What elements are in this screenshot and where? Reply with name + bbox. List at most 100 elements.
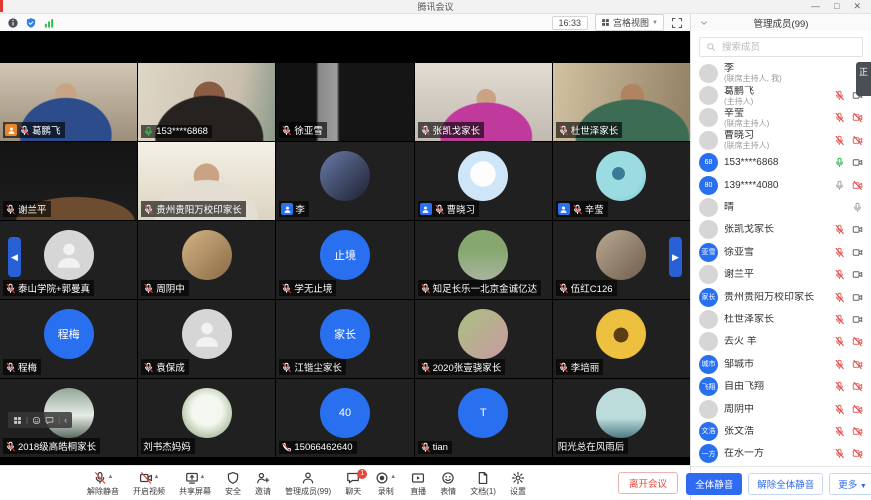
video-tile[interactable]: 徐亚雪 — [276, 63, 413, 141]
video-tile[interactable]: 谢兰平 — [0, 142, 137, 220]
chat-icon[interactable] — [45, 416, 54, 425]
member-row[interactable]: 葛鹏飞(主持人) — [691, 84, 871, 106]
member-row[interactable]: 李(联席主持人, 我) — [691, 62, 871, 84]
share-screen-button[interactable]: ▲共享屏幕 — [172, 471, 218, 496]
record-button[interactable]: ▲录制 — [368, 471, 403, 496]
member-row[interactable]: 谢兰平 — [691, 264, 871, 286]
unmute-button[interactable]: ▲解除静音 — [80, 471, 126, 496]
member-row[interactable]: 晴 — [691, 196, 871, 218]
mic-status-icon[interactable] — [834, 314, 845, 325]
mic-status-icon[interactable] — [834, 224, 845, 235]
video-tile[interactable]: 周阴中 — [138, 221, 275, 299]
camera-status-icon[interactable] — [852, 292, 863, 303]
video-tile[interactable]: 杜世泽家长 — [553, 63, 690, 141]
mic-status-icon[interactable] — [834, 247, 845, 258]
start-video-button[interactable]: ▲开启视频 — [126, 471, 172, 496]
video-tile[interactable]: 程梅程梅 — [0, 300, 137, 378]
member-row[interactable]: 曹晓习(联席主持人) — [691, 129, 871, 151]
mic-status-icon[interactable] — [834, 404, 845, 415]
mic-status-icon[interactable] — [834, 157, 845, 168]
mic-status-icon[interactable] — [834, 90, 845, 101]
camera-status-icon[interactable] — [852, 224, 863, 235]
member-search-box[interactable] — [699, 37, 863, 57]
mute-all-button[interactable]: 全体静音 — [686, 473, 742, 495]
manage-members-button[interactable]: 管理成员(99) — [278, 471, 338, 496]
search-input[interactable] — [720, 41, 856, 54]
member-row[interactable]: 杜世泽家长 — [691, 308, 871, 330]
security-shield-icon[interactable] — [25, 17, 37, 29]
camera-status-icon[interactable] — [852, 157, 863, 168]
member-row[interactable]: 周阴中 — [691, 398, 871, 420]
video-tile[interactable]: 张凯戈家长 — [415, 63, 552, 141]
floating-reactions-bar[interactable]: | | ‹ — [8, 412, 72, 428]
mic-status-icon[interactable] — [834, 336, 845, 347]
chat-button[interactable]: 1聊天 — [338, 471, 368, 496]
camera-status-icon[interactable] — [852, 381, 863, 392]
video-tile[interactable]: 贵州贵阳万校印家长 — [138, 142, 275, 220]
meeting-info-icon[interactable] — [7, 17, 19, 29]
member-row[interactable]: 辛莹(联席主持人) — [691, 107, 871, 129]
member-row[interactable]: 城市邹城市 — [691, 353, 871, 375]
member-row[interactable]: 68153****6868 — [691, 152, 871, 174]
video-tile[interactable]: 153****6868 — [138, 63, 275, 141]
video-tile[interactable]: 辛莹 — [553, 142, 690, 220]
camera-status-icon[interactable] — [852, 426, 863, 437]
member-row[interactable]: 80139****4080 — [691, 174, 871, 196]
security-button[interactable]: 安全 — [218, 471, 248, 496]
docs-button[interactable]: 文档(1) — [463, 471, 503, 496]
fullscreen-button[interactable] — [671, 17, 683, 29]
video-tile[interactable]: 刘书杰妈妈 — [138, 379, 275, 457]
video-tile[interactable]: 袁保成 — [138, 300, 275, 378]
camera-status-icon[interactable] — [852, 247, 863, 258]
prev-page-arrow[interactable]: ◀ — [8, 237, 21, 277]
video-tile[interactable]: 曹晓习 — [415, 142, 552, 220]
mic-status-icon[interactable] — [834, 269, 845, 280]
camera-status-icon[interactable] — [852, 269, 863, 280]
video-tile[interactable]: Ttian — [415, 379, 552, 457]
invite-button[interactable]: 邀请 — [248, 471, 278, 496]
mic-status-icon[interactable] — [834, 359, 845, 370]
mic-status-icon[interactable] — [834, 426, 845, 437]
mic-status-icon[interactable] — [834, 180, 845, 191]
next-page-arrow[interactable]: ▶ — [669, 237, 682, 277]
unmute-all-button[interactable]: 解除全体静音 — [748, 473, 823, 495]
settings-button[interactable]: 设置 — [503, 471, 533, 496]
video-tile[interactable]: 家长江锴尘家长 — [276, 300, 413, 378]
camera-status-icon[interactable] — [852, 448, 863, 459]
mic-status-icon[interactable] — [834, 292, 845, 303]
more-button[interactable]: 更多 ▼ — [829, 473, 871, 495]
member-row[interactable]: 文浩张文浩 — [691, 420, 871, 442]
video-tile[interactable]: 知足长乐一北京金诚亿达 — [415, 221, 552, 299]
video-tile[interactable]: 阳光总在风雨后 — [553, 379, 690, 457]
mic-status-icon[interactable] — [834, 448, 845, 459]
member-row[interactable]: 家长贵州贵阳万校印家长 — [691, 286, 871, 308]
camera-status-icon[interactable] — [852, 180, 863, 191]
camera-status-icon[interactable] — [852, 359, 863, 370]
camera-status-icon[interactable] — [852, 404, 863, 415]
member-row[interactable]: 张凯戈家长 — [691, 219, 871, 241]
close-button[interactable]: ✕ — [853, 0, 861, 13]
maximize-button[interactable]: □ — [834, 0, 839, 13]
emoji-icon[interactable] — [32, 416, 41, 425]
emoji-button[interactable]: 表情 — [433, 471, 463, 496]
mic-status-icon[interactable] — [834, 135, 845, 146]
video-tile[interactable]: 葛鹏飞 — [0, 63, 137, 141]
video-tile[interactable]: 2020张壹骁家长 — [415, 300, 552, 378]
live-button[interactable]: 直播 — [403, 471, 433, 496]
caret-up-icon[interactable]: ▲ — [108, 474, 114, 480]
minimize-button[interactable]: — — [811, 0, 820, 13]
mic-status-icon[interactable] — [852, 202, 863, 213]
video-tile[interactable]: 止境学无止境 — [276, 221, 413, 299]
member-row[interactable]: 飞翔自由飞翔 — [691, 375, 871, 397]
member-row[interactable]: 亚雪徐亚雪 — [691, 241, 871, 263]
camera-status-icon[interactable] — [852, 314, 863, 325]
layout-icon[interactable] — [13, 416, 22, 425]
video-tile[interactable]: 李培丽 — [553, 300, 690, 378]
grid-view-button[interactable]: 宫格视图 ▼ — [595, 14, 664, 31]
caret-up-icon[interactable]: ▲ — [200, 474, 206, 480]
caret-up-icon[interactable]: ▲ — [154, 474, 160, 480]
video-tile[interactable]: 4015066462640 — [276, 379, 413, 457]
member-row[interactable]: 去火 羊 — [691, 331, 871, 353]
mic-status-icon[interactable] — [834, 381, 845, 392]
caret-up-icon[interactable]: ▲ — [390, 474, 396, 480]
